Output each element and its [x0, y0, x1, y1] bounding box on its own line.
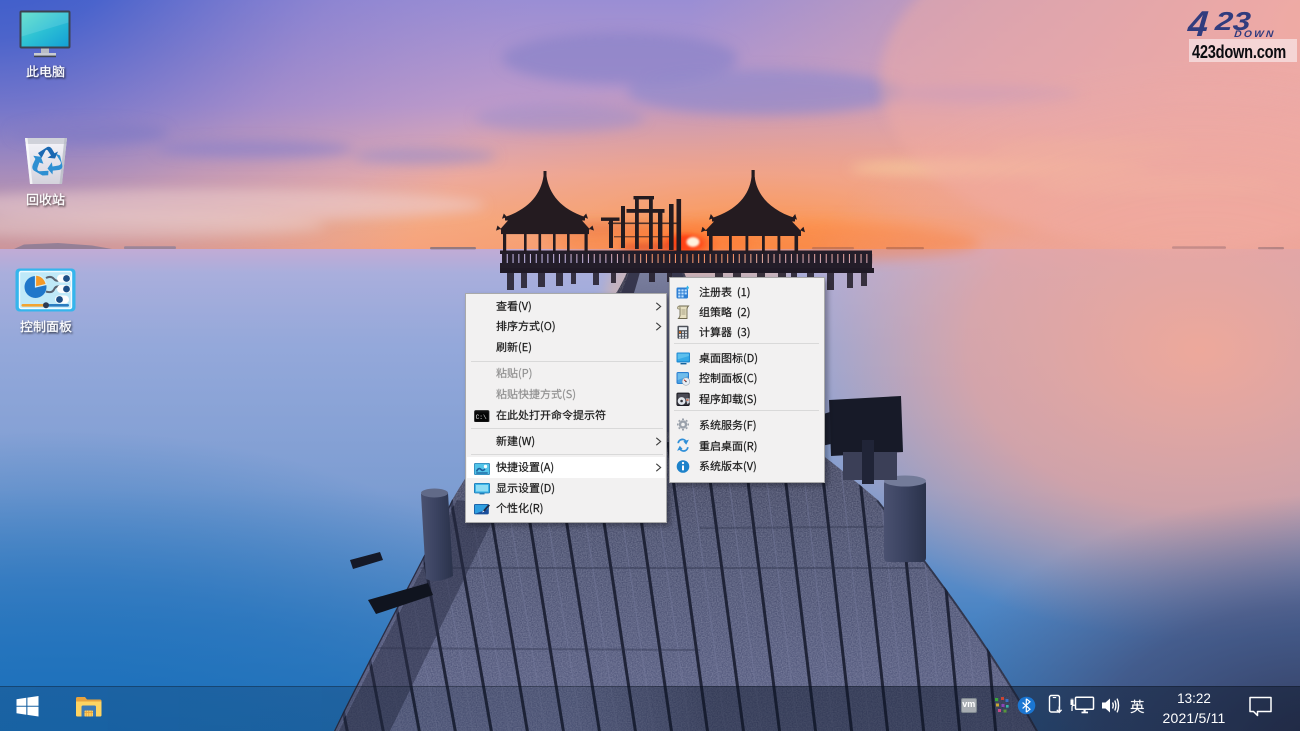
svg-text:C:\: C:\ — [476, 414, 487, 421]
